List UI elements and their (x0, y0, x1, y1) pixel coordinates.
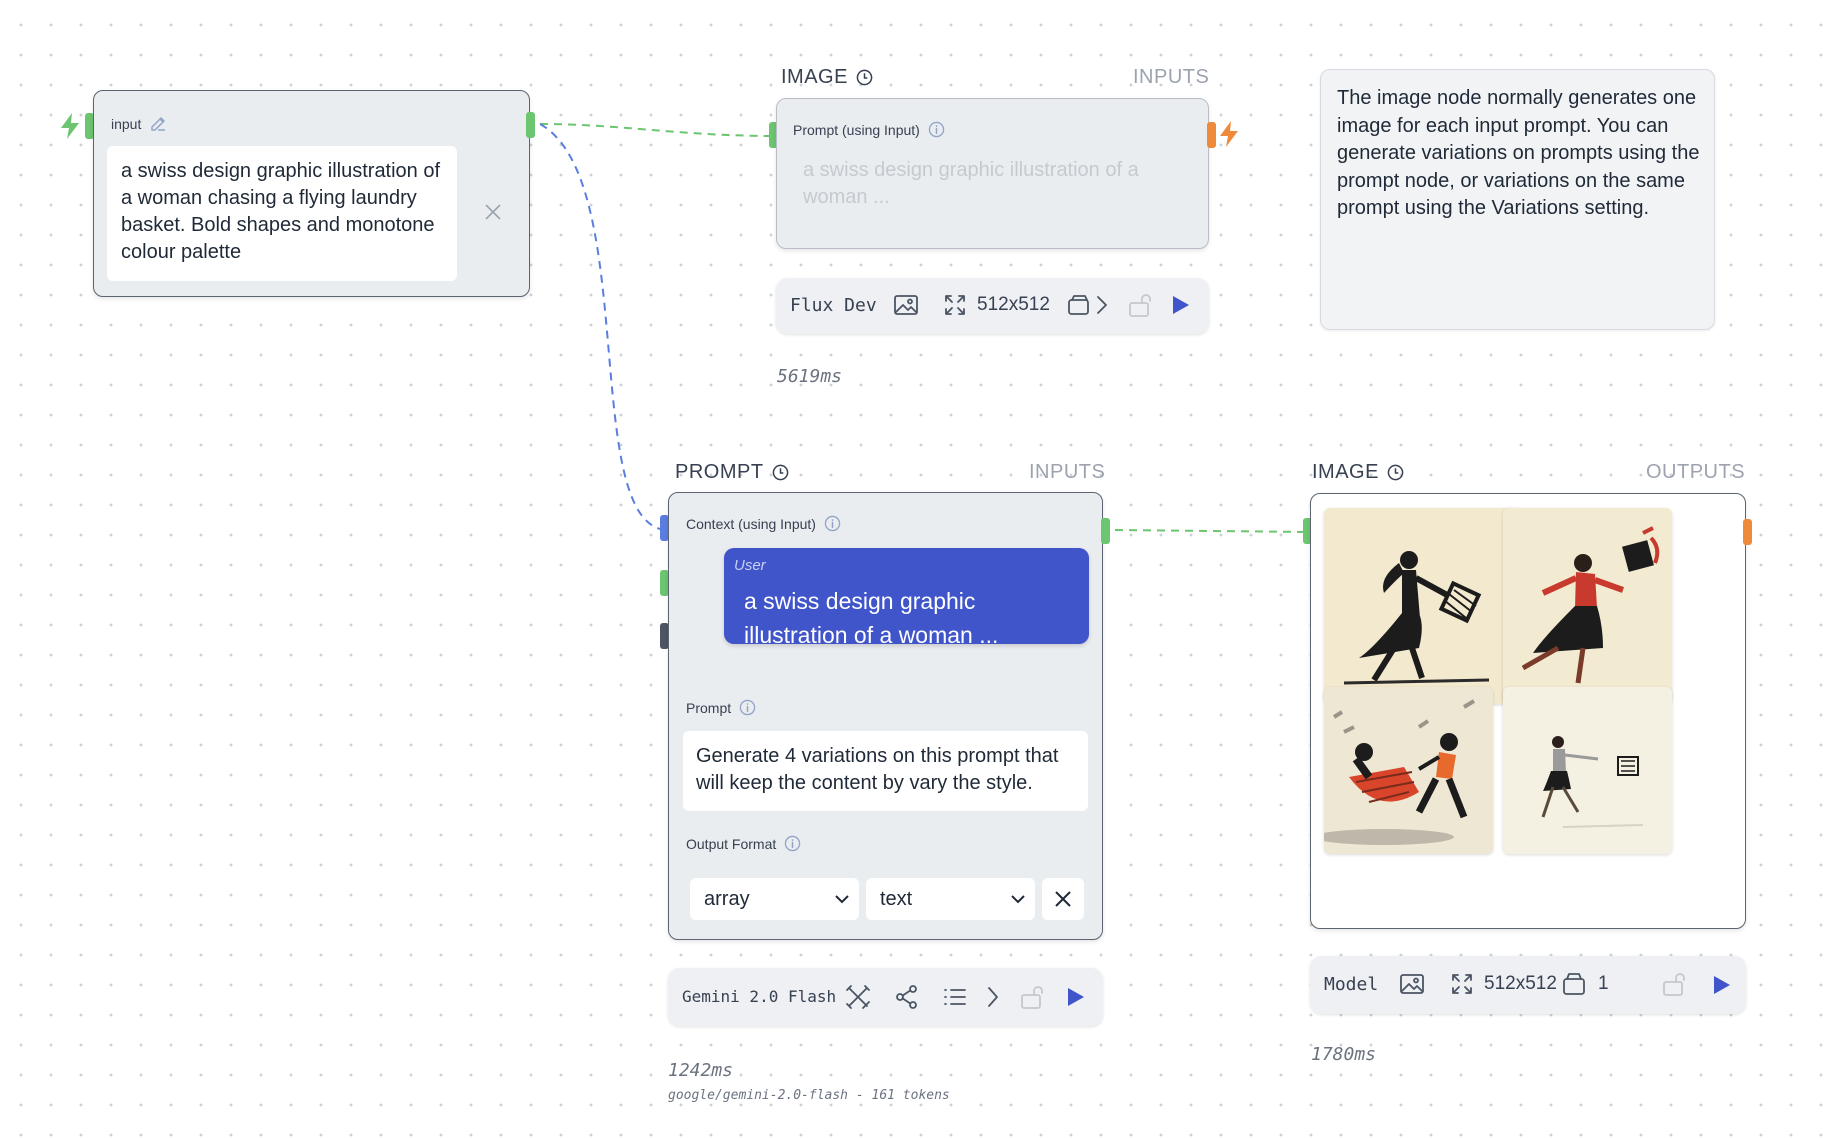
tools-icon[interactable] (845, 984, 871, 1010)
type-select[interactable]: text (866, 878, 1035, 920)
output-image-4[interactable] (1503, 687, 1672, 854)
clear-format-button[interactable] (1042, 878, 1084, 920)
image-node-top-tag: INPUTS (1133, 66, 1210, 88)
edge-prompt-to-image (1114, 529, 1311, 533)
image-node-bottom[interactable] (1310, 493, 1746, 929)
input-node[interactable]: input a swiss design graphic illustratio… (93, 90, 530, 297)
image-node-top-title-text: IMAGE (781, 66, 848, 88)
variations-icon[interactable] (1562, 971, 1588, 997)
share-icon[interactable] (894, 984, 920, 1010)
bubble-role: User (734, 557, 766, 574)
prompt-meta: google/gemini-2.0-flash - 161 tokens (668, 1088, 950, 1103)
prompt-output-handle[interactable] (1101, 518, 1110, 544)
run-button[interactable] (1710, 974, 1732, 996)
prompt-node[interactable]: Context (using Input) User a swiss desig… (668, 492, 1103, 940)
format-select[interactable]: array (690, 878, 859, 920)
image-prompt-placeholder: a swiss design graphic illustration of a… (803, 159, 1139, 208)
expand-icon[interactable] (1450, 972, 1474, 996)
edit-icon[interactable] (149, 115, 167, 133)
size-selector[interactable]: 512x512 (977, 294, 1050, 316)
input-text: a swiss design graphic illustration of a… (121, 160, 441, 263)
image-top-toolbar: Flux Dev 512x512 (776, 278, 1209, 334)
prompt-node-title-text: PROMPT (675, 461, 764, 483)
lock-icon[interactable] (1662, 971, 1686, 997)
image-bottom-timing: 1780ms (1311, 1044, 1377, 1065)
clear-input-icon[interactable] (484, 203, 502, 226)
output-format-label: Output Format (686, 835, 777, 852)
bubble-text: a swiss design graphic illustration of a… (744, 588, 999, 648)
variations-icon[interactable] (1067, 293, 1093, 317)
size-selector[interactable]: 512x512 (1484, 973, 1557, 995)
clock-icon (1387, 464, 1404, 481)
run-button[interactable] (1169, 294, 1191, 316)
format-select-value: array (704, 887, 750, 910)
image-node-bottom-tag: OUTPUTS (1646, 461, 1746, 483)
prompt-label: Prompt (686, 699, 732, 716)
list-icon[interactable] (942, 985, 968, 1009)
bolt-icon-output (1217, 120, 1241, 153)
output-image-3[interactable] (1324, 687, 1493, 854)
close-icon (1055, 891, 1071, 907)
info-icon[interactable] (928, 121, 945, 138)
input-text-field[interactable]: a swiss design graphic illustration of a… (107, 146, 457, 281)
prompt-node-tag: INPUTS (1029, 461, 1106, 483)
image-node-bottom-output-handle[interactable] (1743, 519, 1752, 545)
model-selector[interactable]: Flux Dev (790, 295, 877, 316)
type-select-value: text (880, 887, 913, 910)
prompt-node-title: PROMPT (675, 461, 789, 484)
edge-input-to-image (539, 123, 776, 137)
image-icon[interactable] (893, 293, 919, 317)
image-prompt-field[interactable]: a swiss design graphic illustration of a… (791, 157, 1191, 211)
image-node-bottom-title: IMAGE (1312, 461, 1404, 484)
chevron-down-icon (1011, 895, 1025, 904)
prompt-text: Generate 4 variations on this prompt tha… (696, 745, 1059, 794)
model-selector[interactable]: Model (1324, 974, 1378, 995)
info-icon[interactable] (824, 515, 841, 532)
input-node-right-handle[interactable] (526, 112, 535, 138)
image-top-timing: 5619ms (777, 366, 843, 387)
lock-icon[interactable] (1020, 984, 1044, 1010)
prompt-text-field[interactable]: Generate 4 variations on this prompt tha… (683, 731, 1088, 811)
output-image-2[interactable] (1503, 508, 1672, 704)
image-node-top-title: IMAGE (781, 66, 873, 89)
image-bottom-toolbar: Model 512x512 1 (1310, 956, 1746, 1014)
image-icon[interactable] (1399, 972, 1425, 996)
image-node-top-output-handle[interactable] (1207, 122, 1216, 148)
clock-icon (772, 464, 788, 481)
chevron-right-icon[interactable] (1095, 294, 1109, 316)
context-label: Context (using Input) (686, 515, 816, 532)
lock-icon[interactable] (1128, 292, 1152, 318)
model-selector[interactable]: Gemini 2.0 Flash (682, 987, 836, 1006)
expand-icon[interactable] (943, 293, 967, 317)
note-text: The image node normally generates one im… (1337, 87, 1700, 219)
image-node-bottom-title-text: IMAGE (1312, 461, 1379, 483)
prompt-toolbar: Gemini 2.0 Flash (668, 968, 1103, 1026)
note-card[interactable]: The image node normally generates one im… (1320, 69, 1715, 330)
prompt-timing: 1242ms (668, 1060, 734, 1081)
image-node-top[interactable]: Prompt (using Input) a swiss design grap… (776, 98, 1209, 249)
info-icon[interactable] (739, 699, 756, 716)
chevron-down-icon (835, 895, 849, 904)
input-node-label: input (111, 116, 142, 132)
clock-icon (856, 69, 873, 86)
run-button[interactable] (1064, 986, 1086, 1008)
chevron-right-icon[interactable] (986, 985, 1000, 1009)
user-message-bubble[interactable]: User a swiss design graphic illustration… (724, 548, 1089, 648)
info-icon[interactable] (784, 835, 801, 852)
edge-input-to-prompt (539, 123, 666, 531)
output-image-1[interactable] (1324, 508, 1521, 704)
variations-count[interactable]: 1 (1598, 973, 1609, 995)
image-prompt-label: Prompt (using Input) (793, 121, 920, 138)
bolt-icon-input (58, 112, 82, 145)
